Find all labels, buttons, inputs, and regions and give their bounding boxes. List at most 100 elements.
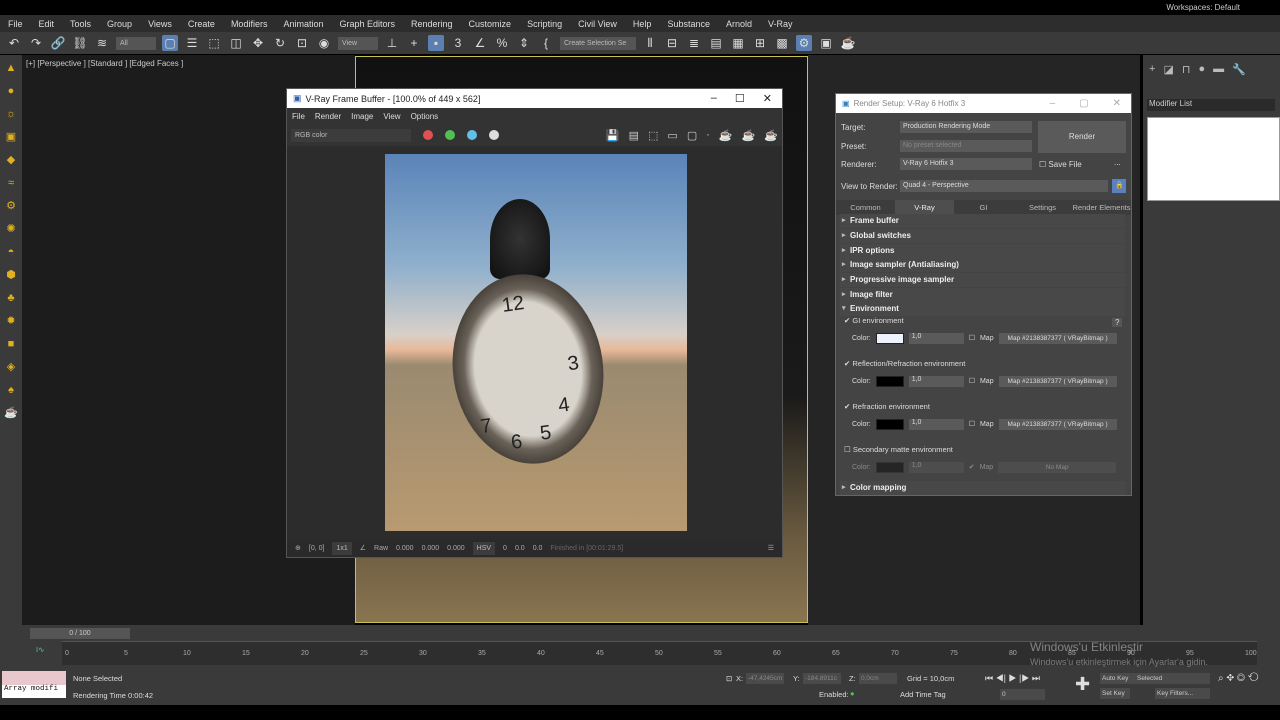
spacewarp-icon[interactable]: ≈: [4, 176, 18, 190]
tab-vray[interactable]: V-Ray: [895, 200, 954, 215]
z-field[interactable]: 0,0cm: [859, 673, 897, 684]
alpha-channel-icon[interactable]: [489, 130, 499, 140]
rect-selection-icon[interactable]: ⬚: [206, 35, 222, 51]
env-checkbox[interactable]: ✔ Refraction environment: [844, 402, 930, 411]
display-tab-icon[interactable]: ▬: [1213, 63, 1224, 76]
region-icon[interactable]: ▢: [687, 129, 697, 142]
multiplier-spinner[interactable]: 1,0: [908, 461, 964, 473]
renderer-dropdown[interactable]: V-Ray 6 Hotfix 3: [900, 158, 1032, 170]
set-key-big-icon[interactable]: ✚: [1075, 674, 1090, 695]
render-icon[interactable]: ☕: [719, 129, 733, 142]
create-icon[interactable]: ▲: [4, 61, 18, 75]
red-channel-icon[interactable]: [423, 130, 433, 140]
rendered-frame-icon[interactable]: ▣: [818, 35, 834, 51]
rollout-global-switches[interactable]: Global switches: [840, 229, 1125, 243]
menu-civil-view[interactable]: Civil View: [570, 19, 625, 29]
scale-icon[interactable]: ⊡: [294, 35, 310, 51]
select-manipulate-icon[interactable]: +: [406, 35, 422, 51]
rotate-icon[interactable]: ↻: [272, 35, 288, 51]
modifier-list-dropdown[interactable]: Modifier List: [1147, 99, 1275, 111]
track-mouse-icon[interactable]: ⊕: [295, 544, 301, 552]
multiplier-spinner[interactable]: 1,0: [908, 375, 964, 387]
edit-named-sets-icon[interactable]: {: [538, 35, 554, 51]
close-button[interactable]: ✕: [763, 92, 772, 105]
systems-icon[interactable]: ⚙: [4, 199, 18, 213]
map-button[interactable]: No Map: [998, 461, 1117, 473]
modify-tab-icon[interactable]: ◪: [1163, 63, 1173, 76]
help-button[interactable]: ?: [1112, 318, 1123, 327]
menu-arnold[interactable]: Arnold: [718, 19, 760, 29]
rollout-image-sampler[interactable]: Image sampler (Antialiasing): [840, 258, 1125, 272]
env-checkbox[interactable]: ✔ GI environment: [844, 316, 904, 325]
menu-scripting[interactable]: Scripting: [519, 19, 570, 29]
spinner-snap-icon[interactable]: ⇕: [516, 35, 532, 51]
sun-icon[interactable]: ✹: [4, 314, 18, 328]
utilities-tab-icon[interactable]: 🔧: [1232, 63, 1246, 76]
decal-icon[interactable]: ◈: [4, 360, 18, 374]
map-checkbox[interactable]: ☐: [969, 420, 975, 428]
vfb-menu-render[interactable]: Render: [310, 112, 346, 121]
menu-v-ray[interactable]: V-Ray: [760, 19, 801, 29]
select-object-icon[interactable]: ▢: [162, 35, 178, 51]
rollout-image-filter[interactable]: Image filter: [840, 288, 1125, 302]
teapot-icon[interactable]: ☕: [4, 406, 18, 420]
maxscript-listener[interactable]: [2, 671, 66, 685]
time-slider[interactable]: 0 / 100: [30, 628, 130, 639]
undo-icon[interactable]: ↶: [6, 35, 22, 51]
motion-tab-icon[interactable]: ●: [1198, 63, 1205, 76]
menu-modifiers[interactable]: Modifiers: [223, 19, 276, 29]
viewport-nav-icons[interactable]: ⌕ ✥ ◎ ⟲: [1218, 673, 1258, 684]
menu-animation[interactable]: Animation: [275, 19, 331, 29]
camera-icon[interactable]: ▣: [4, 130, 18, 144]
color-swatch[interactable]: [875, 418, 904, 430]
menu-create[interactable]: Create: [180, 19, 223, 29]
save-image-icon[interactable]: 💾: [606, 129, 620, 142]
color-swatch[interactable]: [875, 332, 904, 344]
close-button[interactable]: ✕: [1113, 98, 1121, 109]
curve-editor-icon[interactable]: I∿: [36, 645, 44, 654]
50-percent-icon[interactable]: ▭: [667, 129, 677, 142]
helper-icon[interactable]: ◆: [4, 153, 18, 167]
menu-views[interactable]: Views: [140, 19, 180, 29]
viewport-label[interactable]: [+] [Perspective ] [Standard ] [Edged Fa…: [26, 59, 183, 68]
percent-snap-icon[interactable]: %: [494, 35, 510, 51]
map-button[interactable]: Map #2138387377 ( VRayBitmap ): [998, 375, 1117, 387]
ref-coord-dropdown[interactable]: View: [338, 36, 378, 50]
selection-set-dropdown[interactable]: Create Selection Se: [560, 36, 636, 50]
cube-icon[interactable]: ■: [4, 337, 18, 351]
proxy-icon[interactable]: ⬢: [4, 268, 18, 282]
vfb-menu-view[interactable]: View: [378, 112, 405, 121]
env-checkbox[interactable]: ☐ Secondary matte environment: [844, 445, 953, 454]
map-button[interactable]: Map #2138387377 ( VRayBitmap ): [998, 418, 1117, 430]
channel-dropdown[interactable]: RGB color: [291, 128, 411, 142]
rollout-frame-buffer[interactable]: Frame buffer: [840, 214, 1125, 228]
render-interactive-icon[interactable]: ☕: [742, 129, 756, 142]
color-swatch[interactable]: [875, 461, 904, 473]
rollout-progressive-sampler[interactable]: Progressive image sampler: [840, 273, 1125, 287]
playback-controls[interactable]: ⏮ ◀| ▶ |▶ ⏭: [985, 673, 1040, 684]
create-tab-icon[interactable]: +: [1149, 63, 1155, 76]
menu-rendering[interactable]: Rendering: [403, 19, 461, 29]
map-button[interactable]: Map #2138387377 ( VRayBitmap ): [998, 332, 1117, 344]
link-icon[interactable]: 🔗: [50, 35, 66, 51]
align-icon[interactable]: ⊟: [664, 35, 680, 51]
tab-common[interactable]: Common: [836, 200, 895, 215]
mirror-icon[interactable]: ⫴: [642, 35, 658, 51]
y-field[interactable]: -184,8911c: [803, 673, 841, 684]
key-set-dropdown[interactable]: Selected: [1135, 673, 1210, 684]
auto-key-button[interactable]: Auto Key: [1100, 673, 1138, 684]
grass-icon[interactable]: ♠: [4, 383, 18, 397]
render-last-icon[interactable]: ☕: [764, 129, 778, 142]
multiplier-spinner[interactable]: 1,0: [908, 332, 964, 344]
vfb-titlebar[interactable]: ▣ V-Ray Frame Buffer - [100.0% of 449 x …: [287, 89, 782, 108]
move-icon[interactable]: ✥: [250, 35, 266, 51]
rendered-image[interactable]: 12 3 4 5 6 7: [385, 154, 687, 531]
vray-light-icon[interactable]: ✺: [4, 222, 18, 236]
render-button[interactable]: Render: [1038, 121, 1126, 153]
unlink-icon[interactable]: ⛓: [72, 35, 88, 51]
rollout-environment[interactable]: Environment: [840, 302, 1125, 316]
minimize-button[interactable]: –: [1050, 98, 1056, 109]
curve-icon[interactable]: ∠: [360, 544, 366, 552]
target-dropdown[interactable]: Production Rendering Mode: [900, 121, 1032, 133]
maximize-button[interactable]: ☐: [735, 92, 745, 105]
